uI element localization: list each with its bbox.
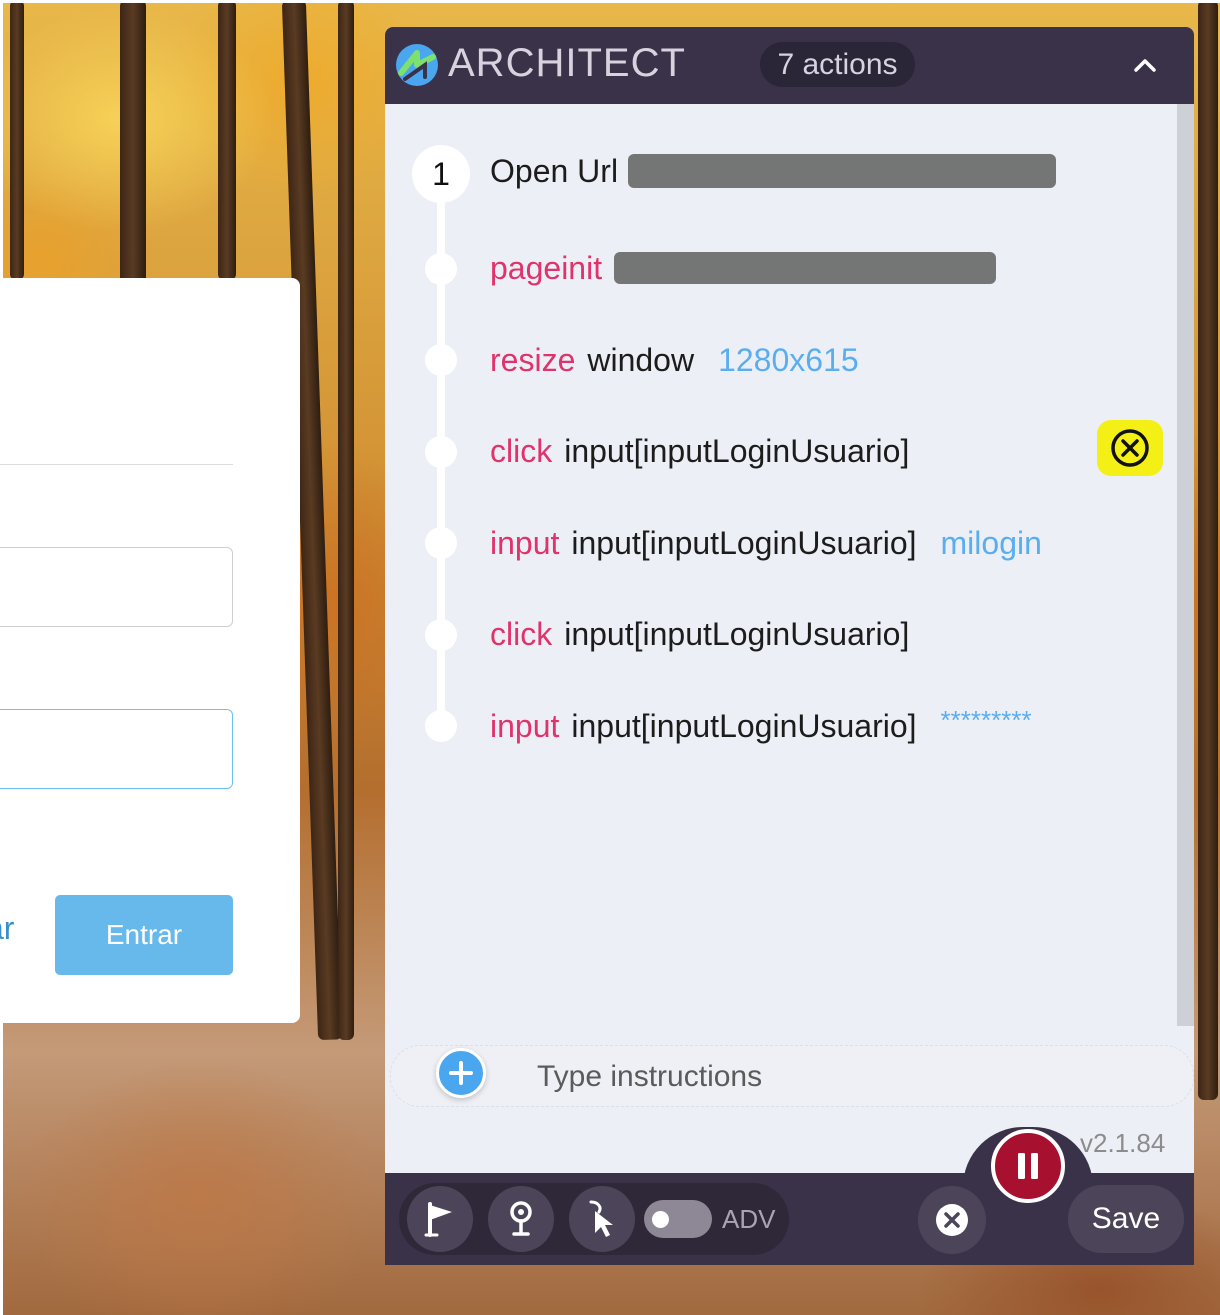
adv-toggle[interactable] — [644, 1200, 712, 1238]
login-card: ar Entrar — [0, 278, 300, 1023]
action-target: window — [587, 341, 695, 378]
action-command: resize — [490, 341, 576, 378]
divider — [0, 464, 233, 465]
cancel-recording-button[interactable] — [918, 1186, 986, 1254]
architect-logo-icon — [396, 44, 438, 86]
action-target: input[inputLoginUsuario] — [564, 615, 910, 652]
action-command: Open Url — [490, 152, 619, 189]
password-input[interactable] — [0, 709, 233, 789]
toggle-knob — [652, 1211, 669, 1228]
action-row[interactable]: Open Url — [490, 149, 1057, 193]
action-row[interactable]: pageinit — [490, 246, 997, 290]
keyhole-pin-icon — [510, 1201, 532, 1236]
action-target: input[inputLoginUsuario] — [571, 524, 917, 561]
login-secondary-link[interactable]: ar — [0, 910, 14, 947]
chevron-up-icon — [1134, 59, 1156, 72]
scrollbar-thumb[interactable] — [1177, 104, 1194, 1026]
step-dot — [425, 344, 457, 376]
instructions-input[interactable] — [537, 1057, 1097, 1097]
adv-label: ADV — [722, 1204, 776, 1234]
flag-button[interactable] — [407, 1186, 473, 1252]
collapse-button[interactable] — [1125, 45, 1165, 85]
delete-step-button[interactable] — [1097, 420, 1163, 476]
action-row[interactable]: input input[inputLoginUsuario] milogin — [490, 521, 1042, 565]
panel-header: ARCHITECT 7 actions — [385, 27, 1194, 104]
save-button[interactable]: Save — [1068, 1185, 1184, 1253]
step-dot — [425, 436, 457, 468]
redacted-target — [614, 252, 997, 284]
assert-button[interactable] — [488, 1186, 554, 1252]
action-command: input — [490, 524, 560, 561]
step-number: 1 — [412, 145, 470, 203]
action-row[interactable]: resize window 1280x615 — [490, 338, 859, 382]
login-submit-button[interactable]: Entrar — [55, 895, 233, 975]
frame-edge — [0, 0, 1220, 3]
close-circle-icon — [936, 1204, 968, 1236]
step-dot — [425, 619, 457, 651]
version-label: v2.1.84 — [1080, 1128, 1166, 1158]
select-element-button[interactable] — [569, 1186, 635, 1252]
action-value: ********* — [940, 704, 1032, 735]
app-title: ARCHITECT — [448, 41, 686, 85]
action-row[interactable]: input input[inputLoginUsuario] ********* — [490, 704, 1032, 748]
action-command: click — [490, 615, 553, 652]
step-dot — [425, 253, 457, 285]
action-command: pageinit — [490, 249, 603, 286]
actions-count-badge: 7 actions — [760, 42, 915, 87]
pause-icon — [1018, 1153, 1038, 1179]
action-target: input[inputLoginUsuario] — [571, 707, 917, 744]
step-dot — [425, 710, 457, 742]
step-dot — [425, 527, 457, 559]
action-command: click — [490, 432, 553, 469]
action-value: 1280x615 — [718, 341, 859, 378]
action-command: input — [490, 707, 560, 744]
close-circle-icon — [1111, 429, 1149, 467]
add-instruction-button[interactable] — [436, 1048, 486, 1098]
flag-icon — [424, 1202, 452, 1237]
action-row[interactable]: click input[inputLoginUsuario] — [490, 429, 909, 473]
pause-button[interactable] — [991, 1129, 1065, 1203]
pointer-cursor-icon — [589, 1200, 613, 1237]
action-target: input[inputLoginUsuario] — [564, 432, 910, 469]
action-row[interactable]: click input[inputLoginUsuario] — [490, 612, 909, 656]
plus-icon — [449, 1061, 473, 1085]
redacted-url — [628, 154, 1057, 188]
username-input[interactable] — [0, 547, 233, 627]
action-value: milogin — [940, 524, 1042, 561]
architect-panel: ARCHITECT 7 actions 1 Open Url pageinit … — [385, 27, 1194, 1265]
